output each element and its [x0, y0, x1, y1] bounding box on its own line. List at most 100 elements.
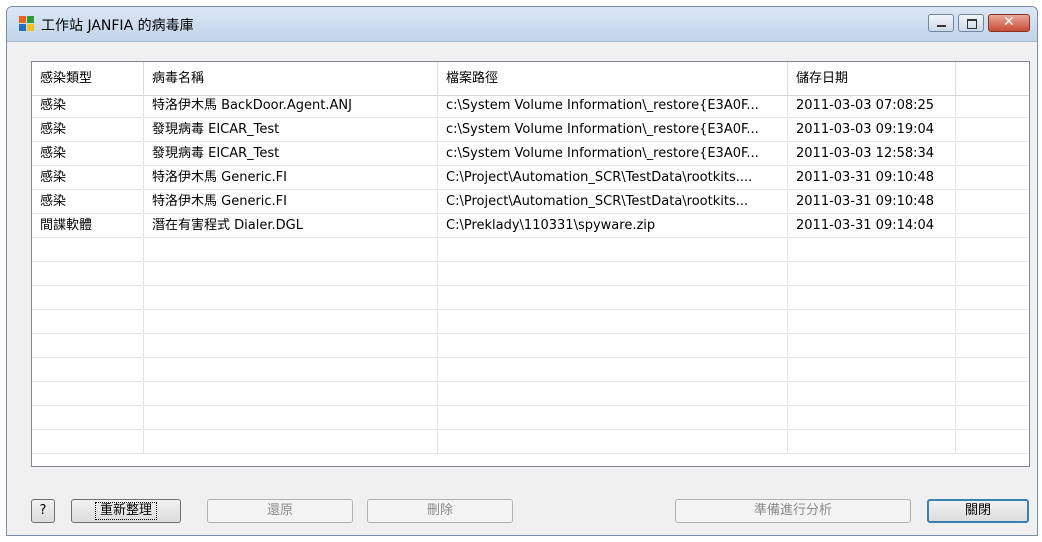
cell-virus-name: 特洛伊木馬 Generic.FI [144, 191, 438, 214]
cell-extra [956, 167, 1029, 190]
close-button[interactable]: 關閉 [927, 499, 1029, 523]
cell-save-date [788, 263, 956, 286]
cell-infection-type: 感染 [32, 119, 144, 142]
cell-save-date: 2011-03-31 09:10:48 [788, 191, 956, 214]
cell-extra [956, 215, 1029, 238]
cell-infection-type: 間諜軟體 [32, 215, 144, 238]
cell-infection-type: 感染 [32, 143, 144, 166]
cell-infection-type [32, 359, 144, 382]
cell-save-date: 2011-03-03 07:08:25 [788, 95, 956, 118]
minimize-button[interactable] [928, 14, 954, 32]
cell-virus-name: 特洛伊木馬 Generic.FI [144, 167, 438, 190]
cell-virus-name: 特洛伊木馬 BackDoor.Agent.ANJ [144, 95, 438, 118]
minimize-icon [937, 25, 946, 27]
close-window-button[interactable]: ✕ [988, 14, 1030, 32]
cell-file-path [438, 383, 788, 406]
table-row[interactable] [32, 287, 1029, 310]
cell-extra [956, 359, 1029, 382]
table-row[interactable] [32, 263, 1029, 286]
column-header-extra[interactable] [956, 62, 1029, 95]
cell-save-date: 2011-03-31 09:14:04 [788, 215, 956, 238]
column-header-virus-name[interactable]: 病毒名稱 [144, 62, 438, 95]
cell-virus-name [144, 383, 438, 406]
cell-save-date [788, 359, 956, 382]
cell-save-date [788, 287, 956, 310]
table-row[interactable] [32, 311, 1029, 334]
cell-virus-name [144, 359, 438, 382]
cell-infection-type [32, 383, 144, 406]
cell-file-path: C:\Project\Automation_SCR\TestData\rootk… [438, 167, 788, 190]
cell-file-path [438, 359, 788, 382]
cell-extra [956, 95, 1029, 118]
cell-save-date [788, 383, 956, 406]
cell-save-date [788, 407, 956, 430]
cell-extra [956, 383, 1029, 406]
cell-extra [956, 431, 1029, 454]
cell-infection-type [32, 407, 144, 430]
cell-virus-name [144, 407, 438, 430]
delete-button[interactable]: 刪除 [367, 499, 513, 523]
title-bar[interactable]: 工作站 JANFIA 的病毒庫 ✕ [7, 7, 1037, 42]
cell-virus-name [144, 287, 438, 310]
help-button[interactable]: ? [31, 499, 55, 523]
cell-file-path [438, 431, 788, 454]
close-icon: ✕ [1003, 14, 1015, 30]
cell-file-path [438, 407, 788, 430]
table-row[interactable] [32, 407, 1029, 430]
cell-file-path [438, 287, 788, 310]
cell-save-date [788, 311, 956, 334]
cell-save-date [788, 239, 956, 262]
maximize-icon [967, 19, 977, 29]
cell-file-path: c:\System Volume Information\_restore{E3… [438, 95, 788, 118]
cell-file-path [438, 335, 788, 358]
cell-virus-name [144, 311, 438, 334]
cell-infection-type: 感染 [32, 191, 144, 214]
table-row[interactable]: 感染 特洛伊木馬 Generic.FI C:\Project\Automation_… [32, 191, 1029, 214]
cell-virus-name: 潛在有害程式 Dialer.DGL [144, 215, 438, 238]
cell-extra [956, 239, 1029, 262]
cell-infection-type [32, 335, 144, 358]
table-row[interactable] [32, 383, 1029, 406]
cell-extra [956, 263, 1029, 286]
cell-extra [956, 119, 1029, 142]
table-row[interactable] [32, 239, 1029, 262]
table-row[interactable]: 間諜軟體 潛在有害程式 Dialer.DGL C:\Preklady\110331\… [32, 215, 1029, 238]
table-row[interactable] [32, 359, 1029, 382]
reorganize-label: 重新整理 [94, 502, 157, 520]
reorganize-button[interactable]: 重新整理 [71, 499, 181, 523]
table-header: 感染類型 病毒名稱 檔案路徑 儲存日期 [32, 62, 1029, 96]
cell-virus-name: 發現病毒 EICAR_Test [144, 143, 438, 166]
cell-extra [956, 335, 1029, 358]
cell-virus-name [144, 239, 438, 262]
virus-vault-window: 工作站 JANFIA 的病毒庫 ✕ 感染類型 病毒名稱 檔案路徑 儲存日期 感染… [6, 6, 1038, 536]
cell-save-date: 2011-03-03 12:58:34 [788, 143, 956, 166]
cell-file-path: c:\System Volume Information\_restore{E3… [438, 143, 788, 166]
cell-virus-name [144, 335, 438, 358]
virus-list-table[interactable]: 感染類型 病毒名稱 檔案路徑 儲存日期 感染 特洛伊木馬 BackDoor.Age… [31, 61, 1030, 467]
table-row[interactable] [32, 335, 1029, 358]
cell-extra [956, 191, 1029, 214]
maximize-button[interactable] [958, 14, 984, 32]
table-row[interactable]: 感染 發現病毒 EICAR_Test c:\System Volume Inform… [32, 143, 1029, 166]
cell-file-path [438, 311, 788, 334]
cell-infection-type [32, 287, 144, 310]
column-header-infection-type[interactable]: 感染類型 [32, 62, 144, 95]
cell-infection-type [32, 311, 144, 334]
prepare-analysis-button[interactable]: 準備進行分析 [675, 499, 911, 523]
cell-extra [956, 143, 1029, 166]
cell-file-path: C:\Project\Automation_SCR\TestData\rootk… [438, 191, 788, 214]
cell-virus-name [144, 263, 438, 286]
restore-button[interactable]: 還原 [207, 499, 353, 523]
window-title: 工作站 JANFIA 的病毒庫 [41, 18, 194, 34]
table-row[interactable]: 感染 特洛伊木馬 BackDoor.Agent.ANJ c:\System Volu… [32, 95, 1029, 118]
cell-file-path [438, 239, 788, 262]
table-row[interactable]: 感染 發現病毒 EICAR_Test c:\System Volume Inform… [32, 119, 1029, 142]
table-row[interactable] [32, 431, 1029, 454]
column-header-save-date[interactable]: 儲存日期 [788, 62, 956, 95]
column-header-file-path[interactable]: 檔案路徑 [438, 62, 788, 95]
cell-file-path: c:\System Volume Information\_restore{E3… [438, 119, 788, 142]
cell-infection-type [32, 431, 144, 454]
cell-extra [956, 311, 1029, 334]
cell-infection-type: 感染 [32, 95, 144, 118]
table-row[interactable]: 感染 特洛伊木馬 Generic.FI C:\Project\Automation_… [32, 167, 1029, 190]
